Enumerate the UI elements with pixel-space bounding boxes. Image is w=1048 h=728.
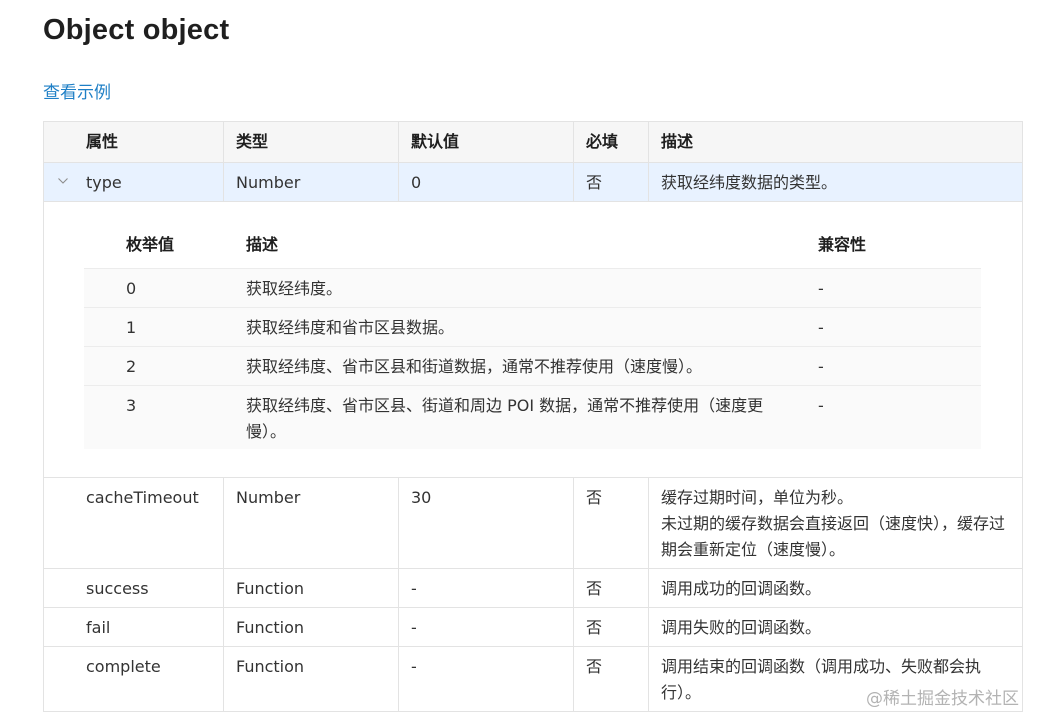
cell-description: 调用失败的回调函数。 bbox=[648, 607, 1023, 647]
header-required: 必填 bbox=[573, 121, 649, 163]
view-example-link[interactable]: 查看示例 bbox=[43, 78, 111, 103]
enum-compat: - bbox=[806, 268, 981, 308]
table-row-success: success Function - 否 调用成功的回调函数。 bbox=[43, 568, 1023, 608]
cell-description: 获取经纬度数据的类型。 bbox=[648, 162, 1023, 202]
enum-header-row: 枚举值 描述 兼容性 bbox=[84, 229, 981, 269]
header-default: 默认值 bbox=[398, 121, 574, 163]
watermark: @稀土掘金技术社区 bbox=[866, 689, 1019, 709]
page-title: Object object bbox=[43, 14, 230, 46]
cell-required: 否 bbox=[573, 646, 649, 712]
enum-compat: - bbox=[806, 307, 981, 347]
header-description: 描述 bbox=[648, 121, 1023, 163]
cell-property: cacheTimeout bbox=[43, 477, 224, 569]
enum-description: 获取经纬度。 bbox=[234, 268, 806, 308]
cell-type: Number bbox=[223, 162, 399, 202]
cell-required: 否 bbox=[573, 568, 649, 608]
cell-property: complete bbox=[43, 646, 224, 712]
cell-default: 0 bbox=[398, 162, 574, 202]
cell-property: type bbox=[43, 162, 224, 202]
table-row-cachetimeout: cacheTimeout Number 30 否 缓存过期时间，单位为秒。 未过… bbox=[43, 477, 1023, 569]
cell-type: Function bbox=[223, 646, 399, 712]
cell-required: 否 bbox=[573, 477, 649, 569]
enum-description: 获取经纬度、省市区县、街道和周边 POI 数据，通常不推荐使用（速度更慢）。 bbox=[234, 385, 806, 449]
enum-compat: - bbox=[806, 385, 981, 449]
table-row-type[interactable]: type Number 0 否 获取经纬度数据的类型。 bbox=[43, 162, 1023, 202]
cell-default: - bbox=[398, 607, 574, 647]
enum-value: 3 bbox=[84, 385, 234, 449]
enum-table: 枚举值 描述 兼容性 0 获取经纬度。 - 1 获取经纬度和省市区县数据。 - … bbox=[84, 229, 981, 449]
enum-row: 2 获取经纬度、省市区县和街道数据，通常不推荐使用（速度慢）。 - bbox=[84, 346, 981, 386]
header-property: 属性 bbox=[43, 121, 224, 163]
enum-header-compat: 兼容性 bbox=[806, 229, 981, 269]
cell-default: - bbox=[398, 568, 574, 608]
cell-description: 缓存过期时间，单位为秒。 未过期的缓存数据会直接返回（速度快），缓存过期会重新定… bbox=[648, 477, 1023, 569]
table-row-fail: fail Function - 否 调用失败的回调函数。 bbox=[43, 607, 1023, 647]
enum-value: 2 bbox=[84, 346, 234, 386]
enum-description: 获取经纬度和省市区县数据。 bbox=[234, 307, 806, 347]
cell-property: fail bbox=[43, 607, 224, 647]
enum-compat: - bbox=[806, 346, 981, 386]
header-type: 类型 bbox=[223, 121, 399, 163]
cell-type: Function bbox=[223, 607, 399, 647]
enum-header-description: 描述 bbox=[234, 229, 806, 269]
cell-description: 调用成功的回调函数。 bbox=[648, 568, 1023, 608]
cell-property: success bbox=[43, 568, 224, 608]
cell-default: 30 bbox=[398, 477, 574, 569]
enum-value: 0 bbox=[84, 268, 234, 308]
expanded-detail-cell: 枚举值 描述 兼容性 0 获取经纬度。 - 1 获取经纬度和省市区县数据。 - … bbox=[43, 201, 1023, 478]
property-name: type bbox=[86, 173, 122, 192]
cell-required: 否 bbox=[573, 162, 649, 202]
cell-default: - bbox=[398, 646, 574, 712]
enum-header-value: 枚举值 bbox=[84, 229, 234, 269]
props-header-row: 属性 类型 默认值 必填 描述 bbox=[43, 121, 1023, 163]
enum-value: 1 bbox=[84, 307, 234, 347]
cell-type: Number bbox=[223, 477, 399, 569]
enum-row: 1 获取经纬度和省市区县数据。 - bbox=[84, 307, 981, 347]
enum-row: 3 获取经纬度、省市区县、街道和周边 POI 数据，通常不推荐使用（速度更慢）。… bbox=[84, 385, 981, 449]
cell-type: Function bbox=[223, 568, 399, 608]
chevron-down-icon[interactable] bbox=[58, 176, 68, 186]
enum-row: 0 获取经纬度。 - bbox=[84, 268, 981, 308]
cell-required: 否 bbox=[573, 607, 649, 647]
props-table: 属性 类型 默认值 必填 描述 type Number 0 否 获取经纬度数据的… bbox=[43, 121, 1023, 712]
expanded-detail-row: 枚举值 描述 兼容性 0 获取经纬度。 - 1 获取经纬度和省市区县数据。 - … bbox=[43, 201, 1023, 478]
enum-description: 获取经纬度、省市区县和街道数据，通常不推荐使用（速度慢）。 bbox=[234, 346, 806, 386]
